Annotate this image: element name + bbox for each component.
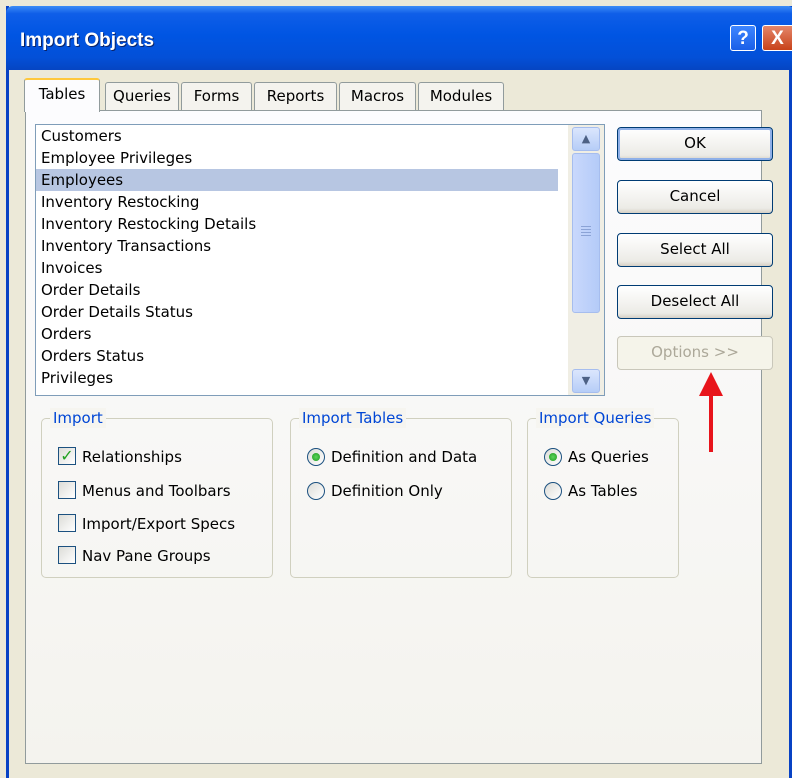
vertical-scrollbar[interactable]: ▲ ▼: [568, 125, 604, 395]
list-item[interactable]: Orders Status: [36, 345, 558, 367]
list-item[interactable]: Inventory Restocking Details: [36, 213, 558, 235]
radio-selected-icon: [307, 448, 325, 466]
list-item[interactable]: Order Details Status: [36, 301, 558, 323]
import-group-title: Import: [50, 408, 106, 428]
list-item[interactable]: Order Details: [36, 279, 558, 301]
nav-pane-groups-label: Nav Pane Groups: [82, 547, 211, 565]
title-bar[interactable]: Import Objects ? X: [6, 6, 792, 70]
options-button[interactable]: Options >>: [617, 336, 773, 370]
menus-toolbars-label: Menus and Toolbars: [82, 482, 231, 500]
deselect-all-button[interactable]: Deselect All: [617, 285, 773, 319]
definition-only-label: Definition Only: [331, 482, 443, 500]
list-item[interactable]: Employees: [36, 169, 558, 191]
annotation-arrow-icon: [699, 372, 723, 452]
as-queries-label: As Queries: [568, 448, 649, 466]
list-item[interactable]: Invoices: [36, 257, 558, 279]
listbox-items: Customers Employee Privileges Employees Inv…: [36, 125, 604, 389]
list-item[interactable]: Employee Privileges: [36, 147, 558, 169]
import-group: Import ✓ Relationships Menus and Toolbar…: [41, 408, 273, 578]
checkbox-empty-icon: [58, 481, 76, 499]
grip-line: [581, 232, 591, 233]
select-all-button[interactable]: Select All: [617, 233, 773, 267]
grip-line: [581, 235, 591, 236]
radio-empty-icon: [307, 482, 325, 500]
help-button[interactable]: ?: [730, 25, 756, 51]
checkbox-empty-icon: [58, 546, 76, 564]
scroll-up-icon[interactable]: ▲: [572, 127, 600, 151]
import-export-specs-label: Import/Export Specs: [82, 515, 236, 533]
import-tables-group-title: Import Tables: [299, 408, 407, 428]
ok-button[interactable]: OK: [617, 127, 773, 161]
tab-modules[interactable]: Modules: [418, 82, 504, 110]
import-queries-group: Import Queries As Queries As Tables: [527, 408, 679, 578]
checkmark-icon: ✓: [58, 447, 76, 465]
window-title: Import Objects: [20, 30, 155, 51]
radio-empty-icon: [544, 482, 562, 500]
checkbox-empty-icon: [58, 514, 76, 532]
list-item[interactable]: Orders: [36, 323, 558, 345]
as-tables-label: As Tables: [568, 482, 638, 500]
tab-forms[interactable]: Forms: [181, 82, 252, 110]
scroll-down-icon[interactable]: ▼: [572, 369, 600, 393]
tab-reports[interactable]: Reports: [254, 82, 337, 110]
tab-queries[interactable]: Queries: [105, 82, 179, 110]
list-item[interactable]: Customers: [36, 125, 558, 147]
radio-selected-icon: [544, 448, 562, 466]
tab-tables[interactable]: Tables: [24, 78, 100, 112]
tab-macros[interactable]: Macros: [339, 82, 416, 110]
scroll-thumb[interactable]: [572, 153, 600, 313]
relationships-label: Relationships: [82, 448, 182, 466]
list-item[interactable]: Privileges: [36, 367, 558, 389]
grip-line: [581, 226, 591, 227]
cancel-button[interactable]: Cancel: [617, 180, 773, 214]
list-item[interactable]: Inventory Restocking: [36, 191, 558, 213]
definition-and-data-label: Definition and Data: [331, 448, 478, 466]
grip-line: [581, 229, 591, 230]
import-queries-group-title: Import Queries: [536, 408, 655, 428]
list-item[interactable]: Inventory Transactions: [36, 235, 558, 257]
close-button[interactable]: X: [762, 25, 792, 51]
objects-listbox[interactable]: Customers Employee Privileges Employees Inv…: [35, 124, 605, 396]
import-tables-group: Import Tables Definition and Data Defini…: [290, 408, 512, 578]
